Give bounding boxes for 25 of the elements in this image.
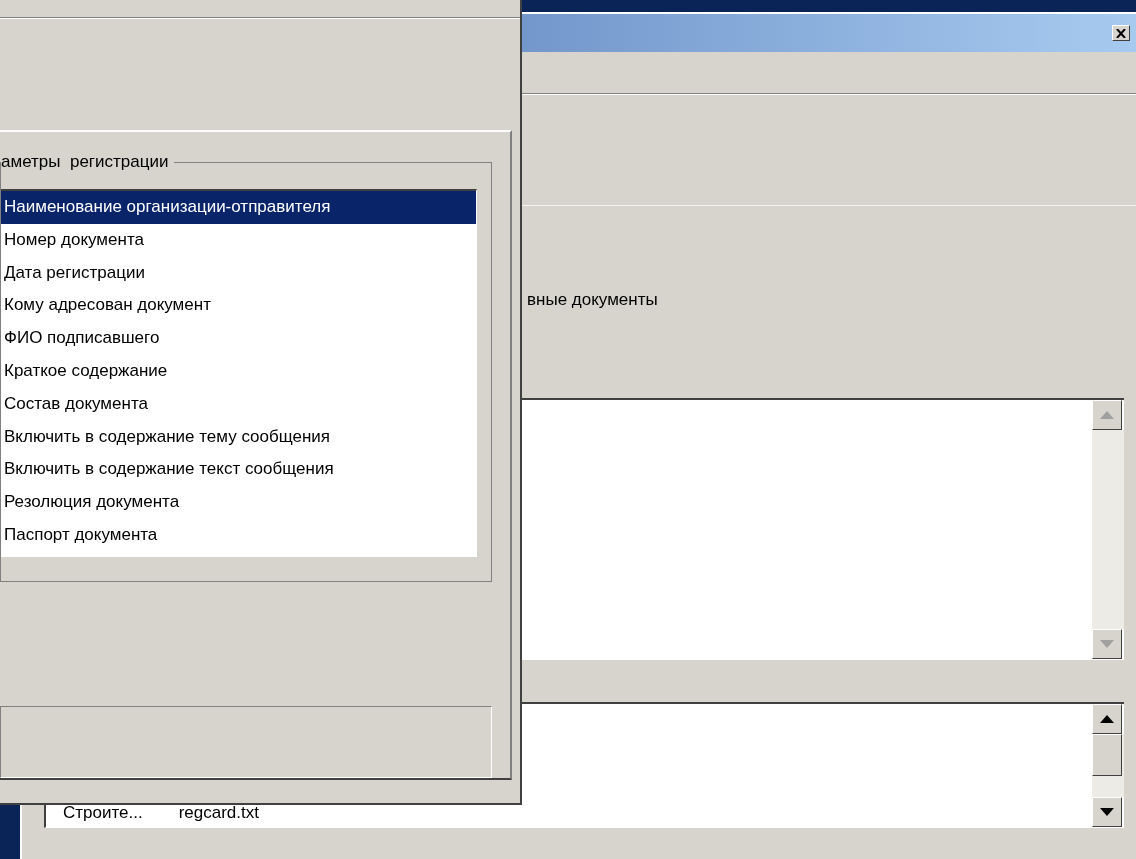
list-item[interactable]: Состав документа: [1, 387, 476, 421]
list-item[interactable]: Включить в содержание тему сообщения: [1, 420, 476, 454]
close-icon: [1116, 28, 1126, 38]
list-item[interactable]: Краткое содержание: [1, 355, 476, 388]
list-item[interactable]: Включить в содержание текст сообщения: [1, 453, 476, 487]
group-label: вные документы: [527, 288, 658, 311]
down-arrow-icon: [1100, 640, 1114, 648]
list-item[interactable]: Дата регистрации: [1, 256, 476, 290]
list-item[interactable]: Наименование организации-отправителя: [1, 191, 476, 224]
list-item[interactable]: ФИО подписавшего: [1, 322, 476, 355]
up-arrow-icon: [1100, 411, 1114, 419]
list-item[interactable]: Кому адресован документ: [1, 289, 476, 323]
scroll-up-button[interactable]: [1092, 704, 1122, 734]
up-arrow-icon: [1100, 715, 1114, 723]
list-item[interactable]: Резолюция документа: [1, 486, 476, 519]
scroll-down-button[interactable]: [1092, 797, 1122, 827]
list-item[interactable]: Номер документа: [1, 223, 476, 257]
file-name-cell-text: regcard.txt: [178, 802, 259, 824]
file-name-cell-text: Строите...: [63, 802, 143, 824]
list-item[interactable]: Паспорт документа: [1, 518, 476, 552]
close-button[interactable]: [1112, 25, 1130, 41]
down-arrow-icon: [1100, 808, 1114, 816]
scroll-thumb[interactable]: [1092, 734, 1122, 776]
scrollbar[interactable]: [1092, 704, 1124, 827]
field-list[interactable]: [1, 189, 477, 557]
